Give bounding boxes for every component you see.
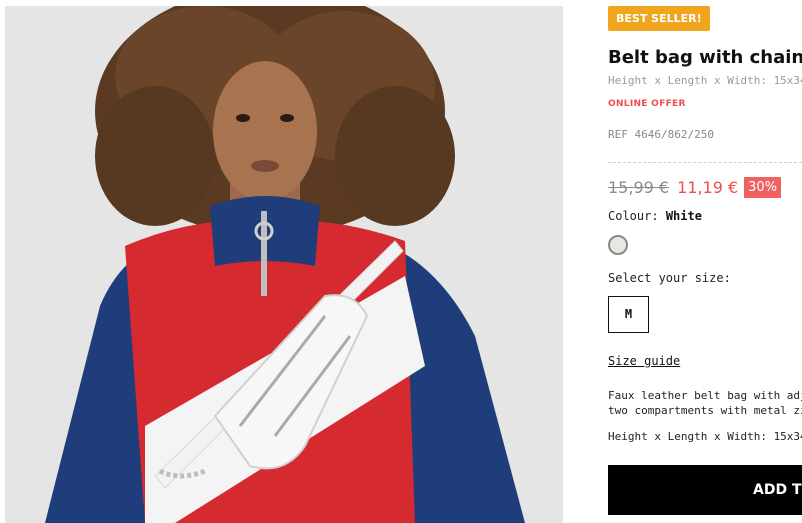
best-seller-badge: BEST SELLER! [608, 6, 710, 31]
product-dimensions-detail: Height x Length x Width: 15x34x7 [608, 430, 802, 443]
colour-row: Colour: White [608, 209, 702, 223]
old-price: 15,99 € [608, 178, 670, 197]
product-image[interactable] [5, 6, 563, 523]
colour-swatch-white[interactable] [608, 235, 628, 255]
model-photo [5, 6, 563, 523]
product-description: Faux leather belt bag with adjusta two c… [608, 388, 802, 418]
select-size-label: Select your size: [608, 271, 731, 285]
product-dimensions-summary: Height x Length x Width: 15x34x7 c [608, 74, 802, 87]
product-title: Belt bag with chain [608, 47, 802, 68]
discount-badge: 30% [744, 177, 782, 198]
colour-label: Colour: [608, 209, 659, 223]
colour-value: White [665, 209, 702, 223]
product-info-panel: BEST SELLER! Belt bag with chain Height … [608, 6, 802, 523]
divider [608, 162, 802, 163]
description-line: Faux leather belt bag with adjusta [608, 389, 802, 402]
price-row: 15,99 € 11,19 € 30% [608, 177, 782, 203]
product-reference: REF 4646/862/250 [608, 128, 714, 141]
online-offer-label: ONLINE OFFER [608, 99, 686, 109]
size-option-m[interactable]: M [608, 296, 649, 333]
add-to-cart-button[interactable]: ADD TO [608, 465, 802, 515]
description-line: two compartments with metal zip. [608, 404, 802, 417]
size-guide-link[interactable]: Size guide [608, 354, 680, 368]
sale-price: 11,19 € [677, 178, 739, 197]
